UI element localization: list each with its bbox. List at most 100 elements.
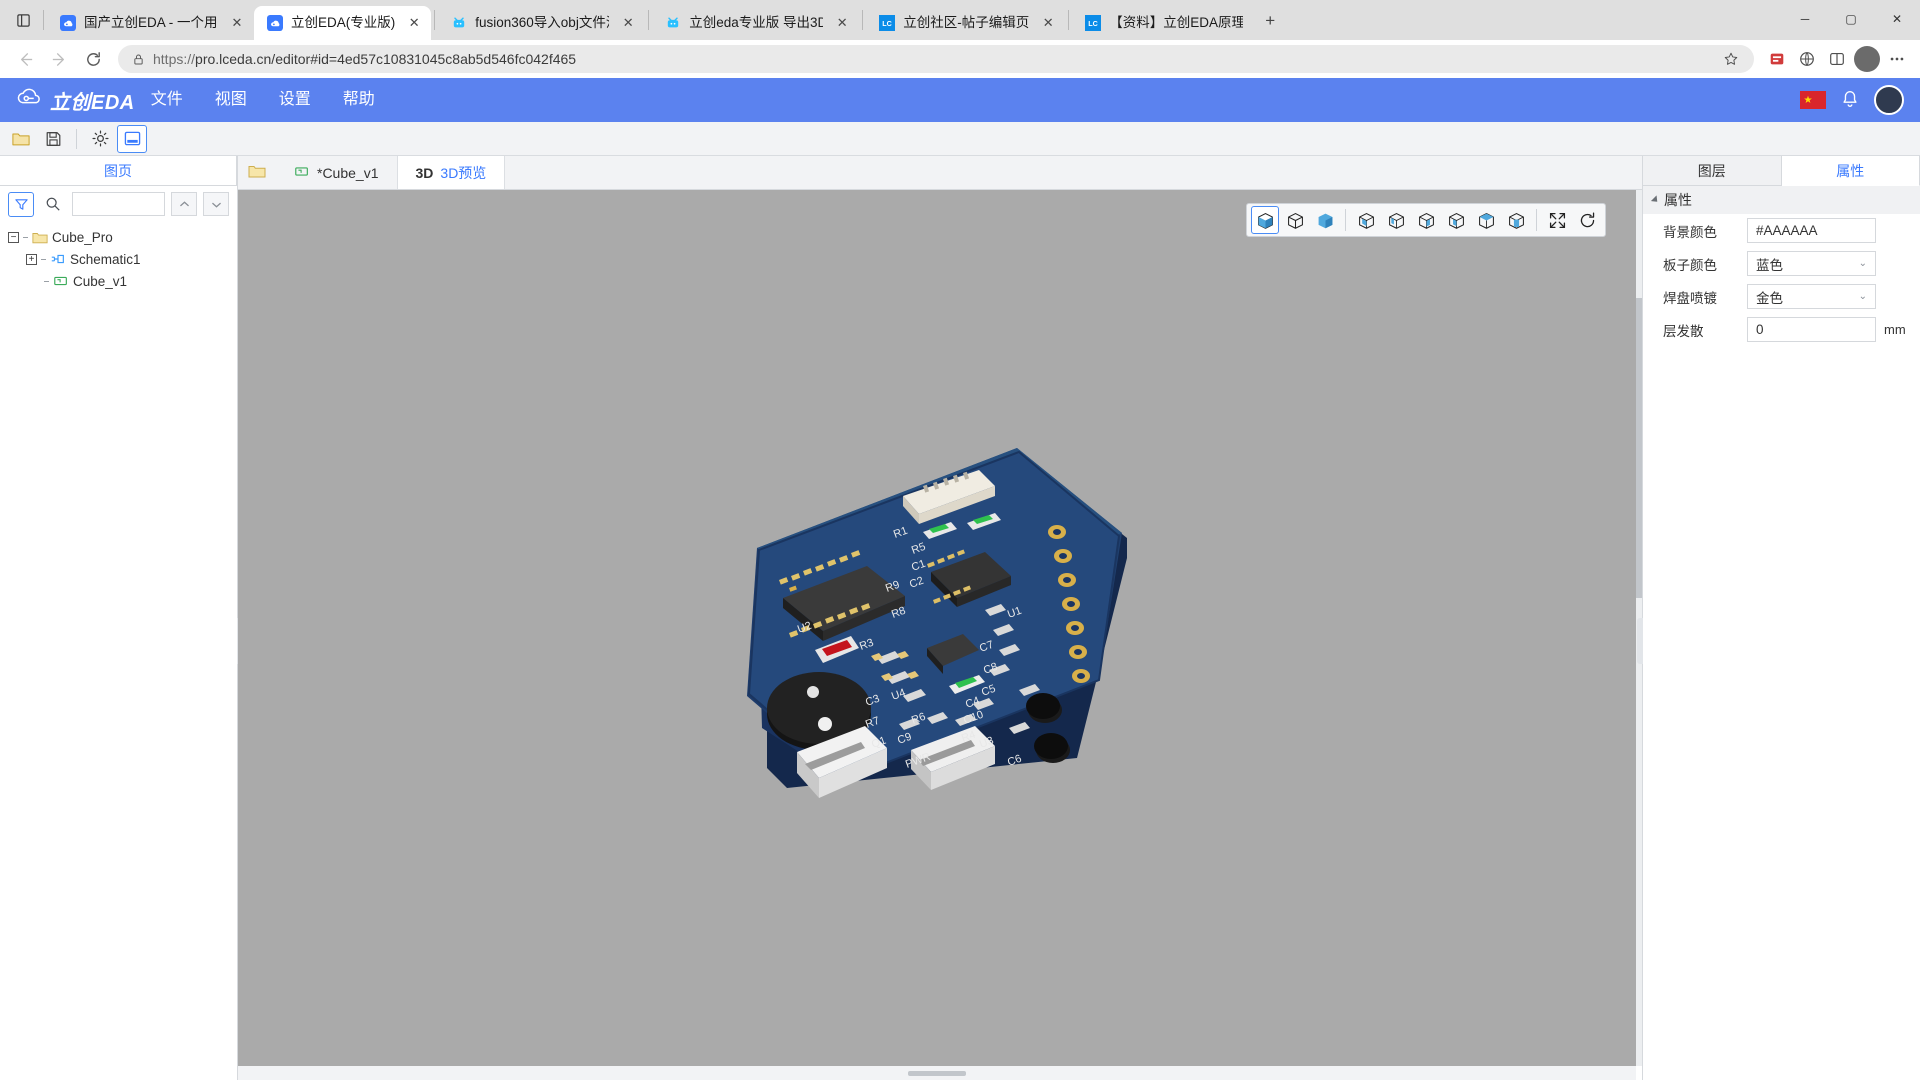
properties-section-header[interactable]: 属性 (1643, 186, 1920, 214)
back-icon[interactable] (8, 42, 42, 76)
outline-view-button[interactable] (1281, 206, 1309, 234)
tree-search-input[interactable] (72, 192, 165, 216)
left-panel: 图页 − Cube_Pro + Schematic1 Cube_v1 (0, 156, 243, 1080)
layer-spread-input[interactable]: 0 (1747, 317, 1876, 342)
view-back-button[interactable] (1382, 206, 1410, 234)
panel-toggle-icon[interactable] (117, 124, 147, 153)
chevron-down-icon: ⌄ (1858, 258, 1867, 269)
project-tree: − Cube_Pro + Schematic1 Cube_v1 (0, 222, 237, 292)
browser-tab-4[interactable]: LC 立创社区-帖子编辑页 ✕ (866, 6, 1065, 40)
folder-icon (248, 164, 266, 181)
tree-toggle-icon[interactable]: + (26, 253, 37, 265)
split-screen-icon[interactable] (1822, 44, 1852, 74)
forward-icon[interactable] (42, 42, 76, 76)
browser-tab-title: fusion360导入obj文件没有 (475, 15, 609, 30)
profile-icon[interactable] (1852, 44, 1882, 74)
close-icon[interactable]: ✕ (226, 12, 248, 34)
menu-help[interactable]: 帮助 (327, 78, 391, 122)
view-top-button[interactable] (1472, 206, 1500, 234)
filter-icon[interactable] (8, 191, 34, 217)
canvas-horizontal-scrollbar[interactable] (238, 1066, 1636, 1080)
app-toolbar (0, 122, 1920, 156)
folder-icon (32, 230, 48, 244)
view-right-button[interactable] (1442, 206, 1470, 234)
collapse-up-button[interactable] (171, 192, 197, 216)
tab-divider (43, 10, 44, 30)
lock-icon (132, 53, 145, 66)
lceda-icon (266, 15, 283, 32)
tree-line (41, 258, 46, 260)
scrollbar-thumb[interactable] (908, 1070, 966, 1076)
tree-toggle-icon[interactable]: − (8, 231, 19, 243)
url-text: https://pro.lceda.cn/editor#id=4ed57c108… (153, 51, 576, 67)
close-icon[interactable]: ✕ (1037, 12, 1059, 34)
solid-view-button[interactable] (1251, 206, 1279, 234)
fit-screen-icon[interactable] (1543, 206, 1571, 234)
background-color-input[interactable]: #AAAAAA (1747, 218, 1876, 243)
shaded-view-button[interactable] (1311, 206, 1339, 234)
language-flag-icon[interactable] (1800, 91, 1826, 109)
menu-settings[interactable]: 设置 (263, 78, 327, 122)
doc-tab-cube-v1[interactable]: *Cube_v1 (276, 156, 398, 189)
doc-tab-label: *Cube_v1 (317, 164, 379, 181)
view-bottom-button[interactable] (1502, 206, 1530, 234)
lceda-icon (59, 15, 76, 32)
browser-essentials-icon[interactable] (1792, 44, 1822, 74)
tab-search-icon[interactable] (6, 3, 40, 37)
more-options-icon[interactable] (1882, 44, 1912, 74)
save-icon[interactable] (38, 125, 68, 153)
tree-item-cube-v1[interactable]: Cube_v1 (8, 270, 237, 292)
app-logo[interactable]: 立创EDA (16, 86, 135, 115)
search-icon[interactable] (40, 192, 66, 217)
expand-down-button[interactable] (203, 192, 229, 216)
tab-properties[interactable]: 属性 (1781, 156, 1920, 186)
close-icon[interactable]: ✕ (617, 12, 639, 34)
chevron-down-icon: ⌄ (1858, 291, 1867, 302)
view-front-button[interactable] (1352, 206, 1380, 234)
tab-layers[interactable]: 图层 (1643, 156, 1782, 185)
browser-tab-0[interactable]: 国产立创EDA - 一个用心为 ✕ (47, 6, 254, 40)
omnibox-actions (1716, 44, 1746, 74)
user-avatar[interactable] (1874, 85, 1904, 115)
schematic-icon (50, 252, 66, 266)
pcb-icon (53, 274, 69, 288)
doc-tab-3d-preview[interactable]: 3D 3D预览 (397, 156, 506, 189)
viewbar-divider (1345, 209, 1346, 231)
board-color-select[interactable]: 蓝色 ⌄ (1747, 251, 1876, 276)
browser-tab-2[interactable]: fusion360导入obj文件没有 ✕ (438, 6, 645, 40)
new-tab-button[interactable]: + (1255, 6, 1285, 36)
menu-file[interactable]: 文件 (135, 78, 199, 122)
notification-bell-icon[interactable] (1840, 89, 1860, 112)
tree-item-cube-pro[interactable]: − Cube_Pro (8, 226, 237, 248)
tree-item-schematic1[interactable]: + Schematic1 (8, 248, 237, 270)
browser-tab-5[interactable]: LC 【资料】立创EDA原理图库 (1072, 6, 1249, 40)
document-tabs: *Cube_v1 3D 3D预览 (238, 156, 1642, 190)
right-panel-collapse-handle[interactable] (1637, 618, 1643, 664)
tree-item-label: Cube_Pro (52, 229, 113, 245)
collections-icon[interactable] (1762, 44, 1792, 74)
3d-badge-icon: 3D (415, 164, 434, 181)
window-controls: ─ ▢ ✕ (1782, 0, 1920, 38)
gear-icon[interactable] (85, 125, 115, 153)
center-area: *Cube_v1 3D 3D预览 R1 R5 C1 C2 R9 R8 U2 U1… (238, 156, 1642, 1080)
3d-viewport[interactable]: R1 R5 C1 C2 R9 R8 U2 U1 R3 C7 C8 C5 C3 U… (238, 190, 1636, 1066)
left-panel-tabs: 图页 (0, 156, 237, 186)
view-left-button[interactable] (1412, 206, 1440, 234)
close-icon[interactable]: ✕ (831, 12, 853, 34)
reset-rotation-icon[interactable] (1573, 206, 1601, 234)
minimize-button[interactable]: ─ (1782, 0, 1828, 38)
close-icon[interactable]: ✕ (403, 12, 425, 34)
open-folder-icon[interactable] (6, 125, 36, 153)
tab-pages[interactable]: 图页 (0, 156, 237, 185)
close-window-button[interactable]: ✕ (1874, 0, 1920, 38)
pad-plating-select[interactable]: 金色 ⌄ (1747, 284, 1876, 309)
menu-view[interactable]: 视图 (199, 78, 263, 122)
browser-tab-3[interactable]: 立创eda专业版 导出3D - 国 ✕ (652, 6, 859, 40)
favorite-star-icon[interactable] (1716, 44, 1746, 74)
address-bar[interactable]: https://pro.lceda.cn/editor#id=4ed57c108… (118, 45, 1754, 73)
browser-tab-1[interactable]: 立创EDA(专业版) ✕ (254, 6, 432, 40)
doc-tab-folder (238, 156, 276, 189)
right-panel-tabs: 图层 属性 (1643, 156, 1920, 186)
maximize-button[interactable]: ▢ (1828, 0, 1874, 38)
reload-icon[interactable] (76, 42, 110, 76)
